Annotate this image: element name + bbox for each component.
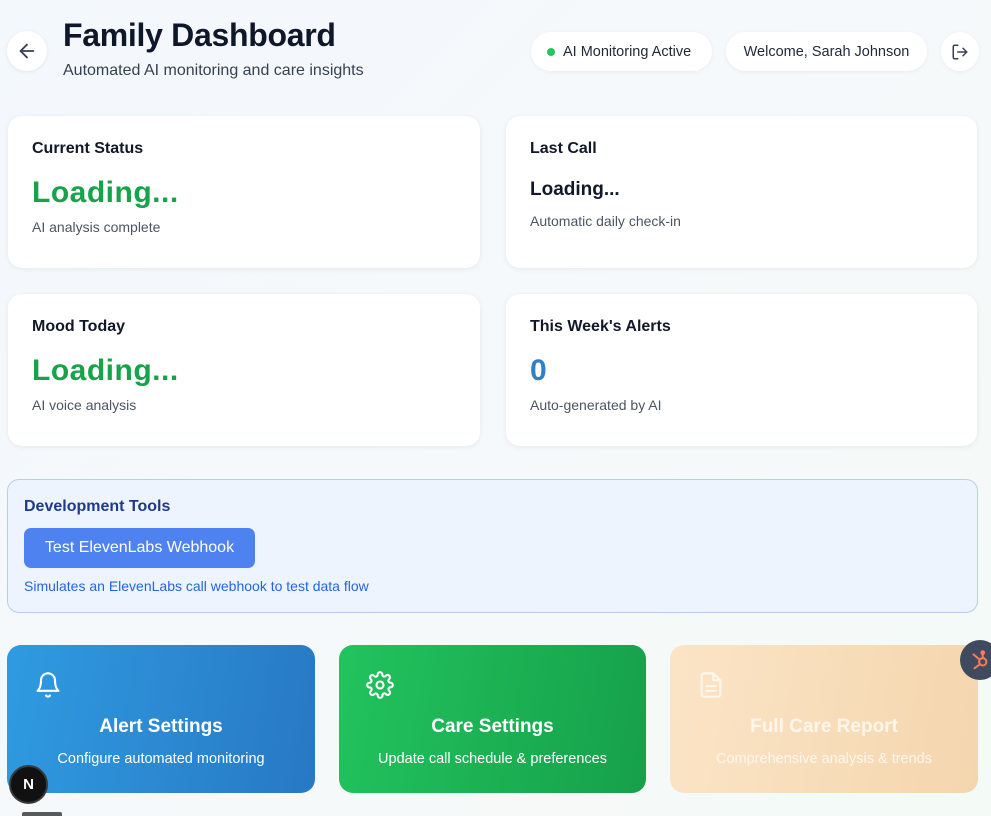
card-title: Mood Today xyxy=(32,318,126,335)
full-care-report-card[interactable]: Full Care Report Comprehensive analysis … xyxy=(670,645,978,793)
action-title: Full Care Report xyxy=(750,716,898,737)
dev-overlay-badge[interactable]: N xyxy=(9,765,48,804)
card-note: Auto-generated by AI xyxy=(530,397,662,413)
scrollbar-edge xyxy=(22,812,62,816)
page-header: Family Dashboard Automated AI monitoring… xyxy=(0,0,991,100)
logout-icon xyxy=(952,44,968,59)
card-note: AI analysis complete xyxy=(32,219,161,235)
arrow-left-icon xyxy=(19,43,35,59)
development-tools-panel: Development Tools Test ElevenLabs Webhoo… xyxy=(7,479,978,613)
alert-settings-card[interactable]: Alert Settings Configure automated monit… xyxy=(7,645,315,793)
monitoring-status-badge: AI Monitoring Active xyxy=(531,32,712,71)
page-subtitle: Automated AI monitoring and care insight… xyxy=(63,62,364,79)
week-alerts-card: This Week's Alerts 0 Auto-generated by A… xyxy=(506,294,977,446)
mood-today-value: Loading... xyxy=(32,354,179,387)
card-title: Last Call xyxy=(530,140,597,157)
dev-tools-title: Development Tools xyxy=(24,498,171,515)
gear-icon xyxy=(366,671,394,699)
current-status-value: Loading... xyxy=(32,176,179,209)
document-icon xyxy=(700,672,722,698)
dev-tools-note: Simulates an ElevenLabs call webhook to … xyxy=(24,578,369,594)
welcome-label: Welcome, Sarah Johnson xyxy=(743,43,910,60)
welcome-badge: Welcome, Sarah Johnson xyxy=(726,32,927,71)
action-subtitle: Configure automated monitoring xyxy=(57,751,265,767)
logout-button[interactable] xyxy=(941,32,979,71)
action-title: Alert Settings xyxy=(99,716,223,737)
card-title: Current Status xyxy=(32,140,144,157)
card-title: This Week's Alerts xyxy=(530,318,671,335)
action-title: Care Settings xyxy=(431,716,554,737)
current-status-card: Current Status Loading... AI analysis co… xyxy=(8,116,480,268)
page-title: Family Dashboard xyxy=(63,17,336,53)
card-note: Automatic daily check-in xyxy=(530,213,681,229)
mood-today-card: Mood Today Loading... AI voice analysis xyxy=(8,294,480,446)
back-button[interactable] xyxy=(7,31,47,71)
care-settings-card[interactable]: Care Settings Update call schedule & pre… xyxy=(339,645,646,793)
last-call-value: Loading... xyxy=(530,179,620,200)
action-subtitle: Update call schedule & preferences xyxy=(378,751,607,767)
last-call-card: Last Call Loading... Automatic daily che… xyxy=(506,116,977,268)
action-subtitle: Comprehensive analysis & trends xyxy=(716,751,932,767)
bell-icon xyxy=(36,672,60,698)
card-note: AI voice analysis xyxy=(32,397,137,413)
test-webhook-button[interactable]: Test ElevenLabs Webhook xyxy=(24,528,255,568)
monitoring-status-label: AI Monitoring Active xyxy=(563,43,692,60)
week-alerts-count: 0 xyxy=(530,354,547,387)
hubspot-icon xyxy=(972,650,988,670)
status-dot-icon xyxy=(547,47,555,56)
